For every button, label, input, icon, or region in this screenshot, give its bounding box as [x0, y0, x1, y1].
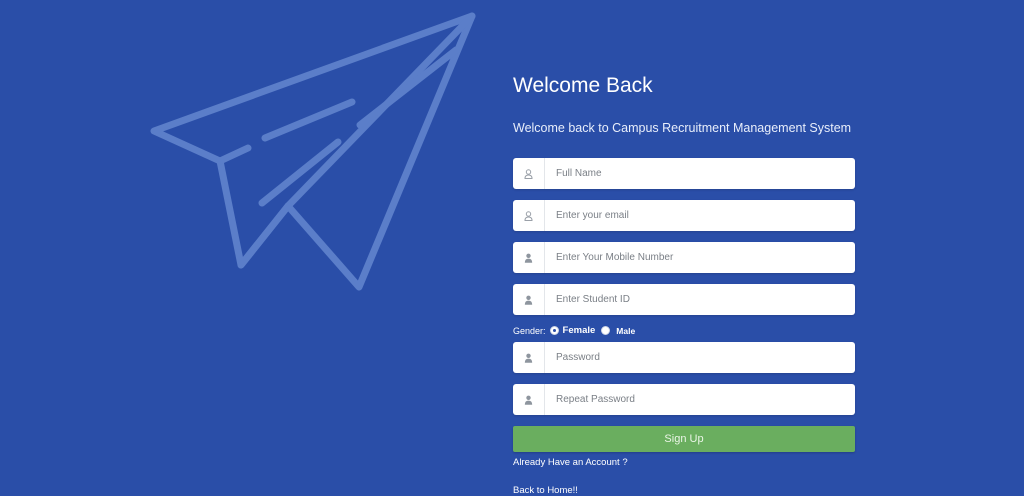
have-account-link[interactable]: Already Have an Account ? [513, 457, 628, 468]
user-icon [513, 158, 545, 189]
password-input[interactable] [545, 343, 855, 372]
page-subtitle: Welcome back to Campus Recruitment Manag… [513, 121, 852, 135]
email-input[interactable] [545, 201, 855, 230]
male-option-label: Male [616, 325, 636, 336]
sign-up-button[interactable]: Sign Up [513, 426, 855, 452]
full-name-field [513, 158, 855, 189]
person-icon [513, 384, 545, 415]
email-field [513, 200, 855, 231]
signup-panel: Welcome Back Welcome back to Campus Recr… [513, 72, 855, 496]
password-field [513, 342, 855, 373]
person-icon [513, 242, 545, 273]
person-icon [513, 284, 545, 315]
repeat-password-field [513, 384, 855, 415]
paper-plane-illustration [150, 12, 476, 291]
back-home-link[interactable]: Back to Home!! [513, 485, 578, 496]
gender-selector: Gender: Female Male [513, 325, 635, 336]
mobile-field [513, 242, 855, 273]
mobile-input[interactable] [545, 243, 855, 272]
female-option-label: Female [562, 325, 596, 336]
full-name-input[interactable] [545, 159, 855, 188]
repeat-password-input[interactable] [545, 385, 855, 414]
student-id-input[interactable] [545, 285, 855, 314]
student-id-field [513, 284, 855, 315]
page-title: Welcome Back [513, 74, 653, 97]
female-radio[interactable] [549, 326, 559, 335]
person-icon [513, 342, 545, 373]
gender-label: Gender: [513, 325, 546, 336]
male-radio[interactable] [601, 326, 611, 335]
user-icon [513, 200, 545, 231]
